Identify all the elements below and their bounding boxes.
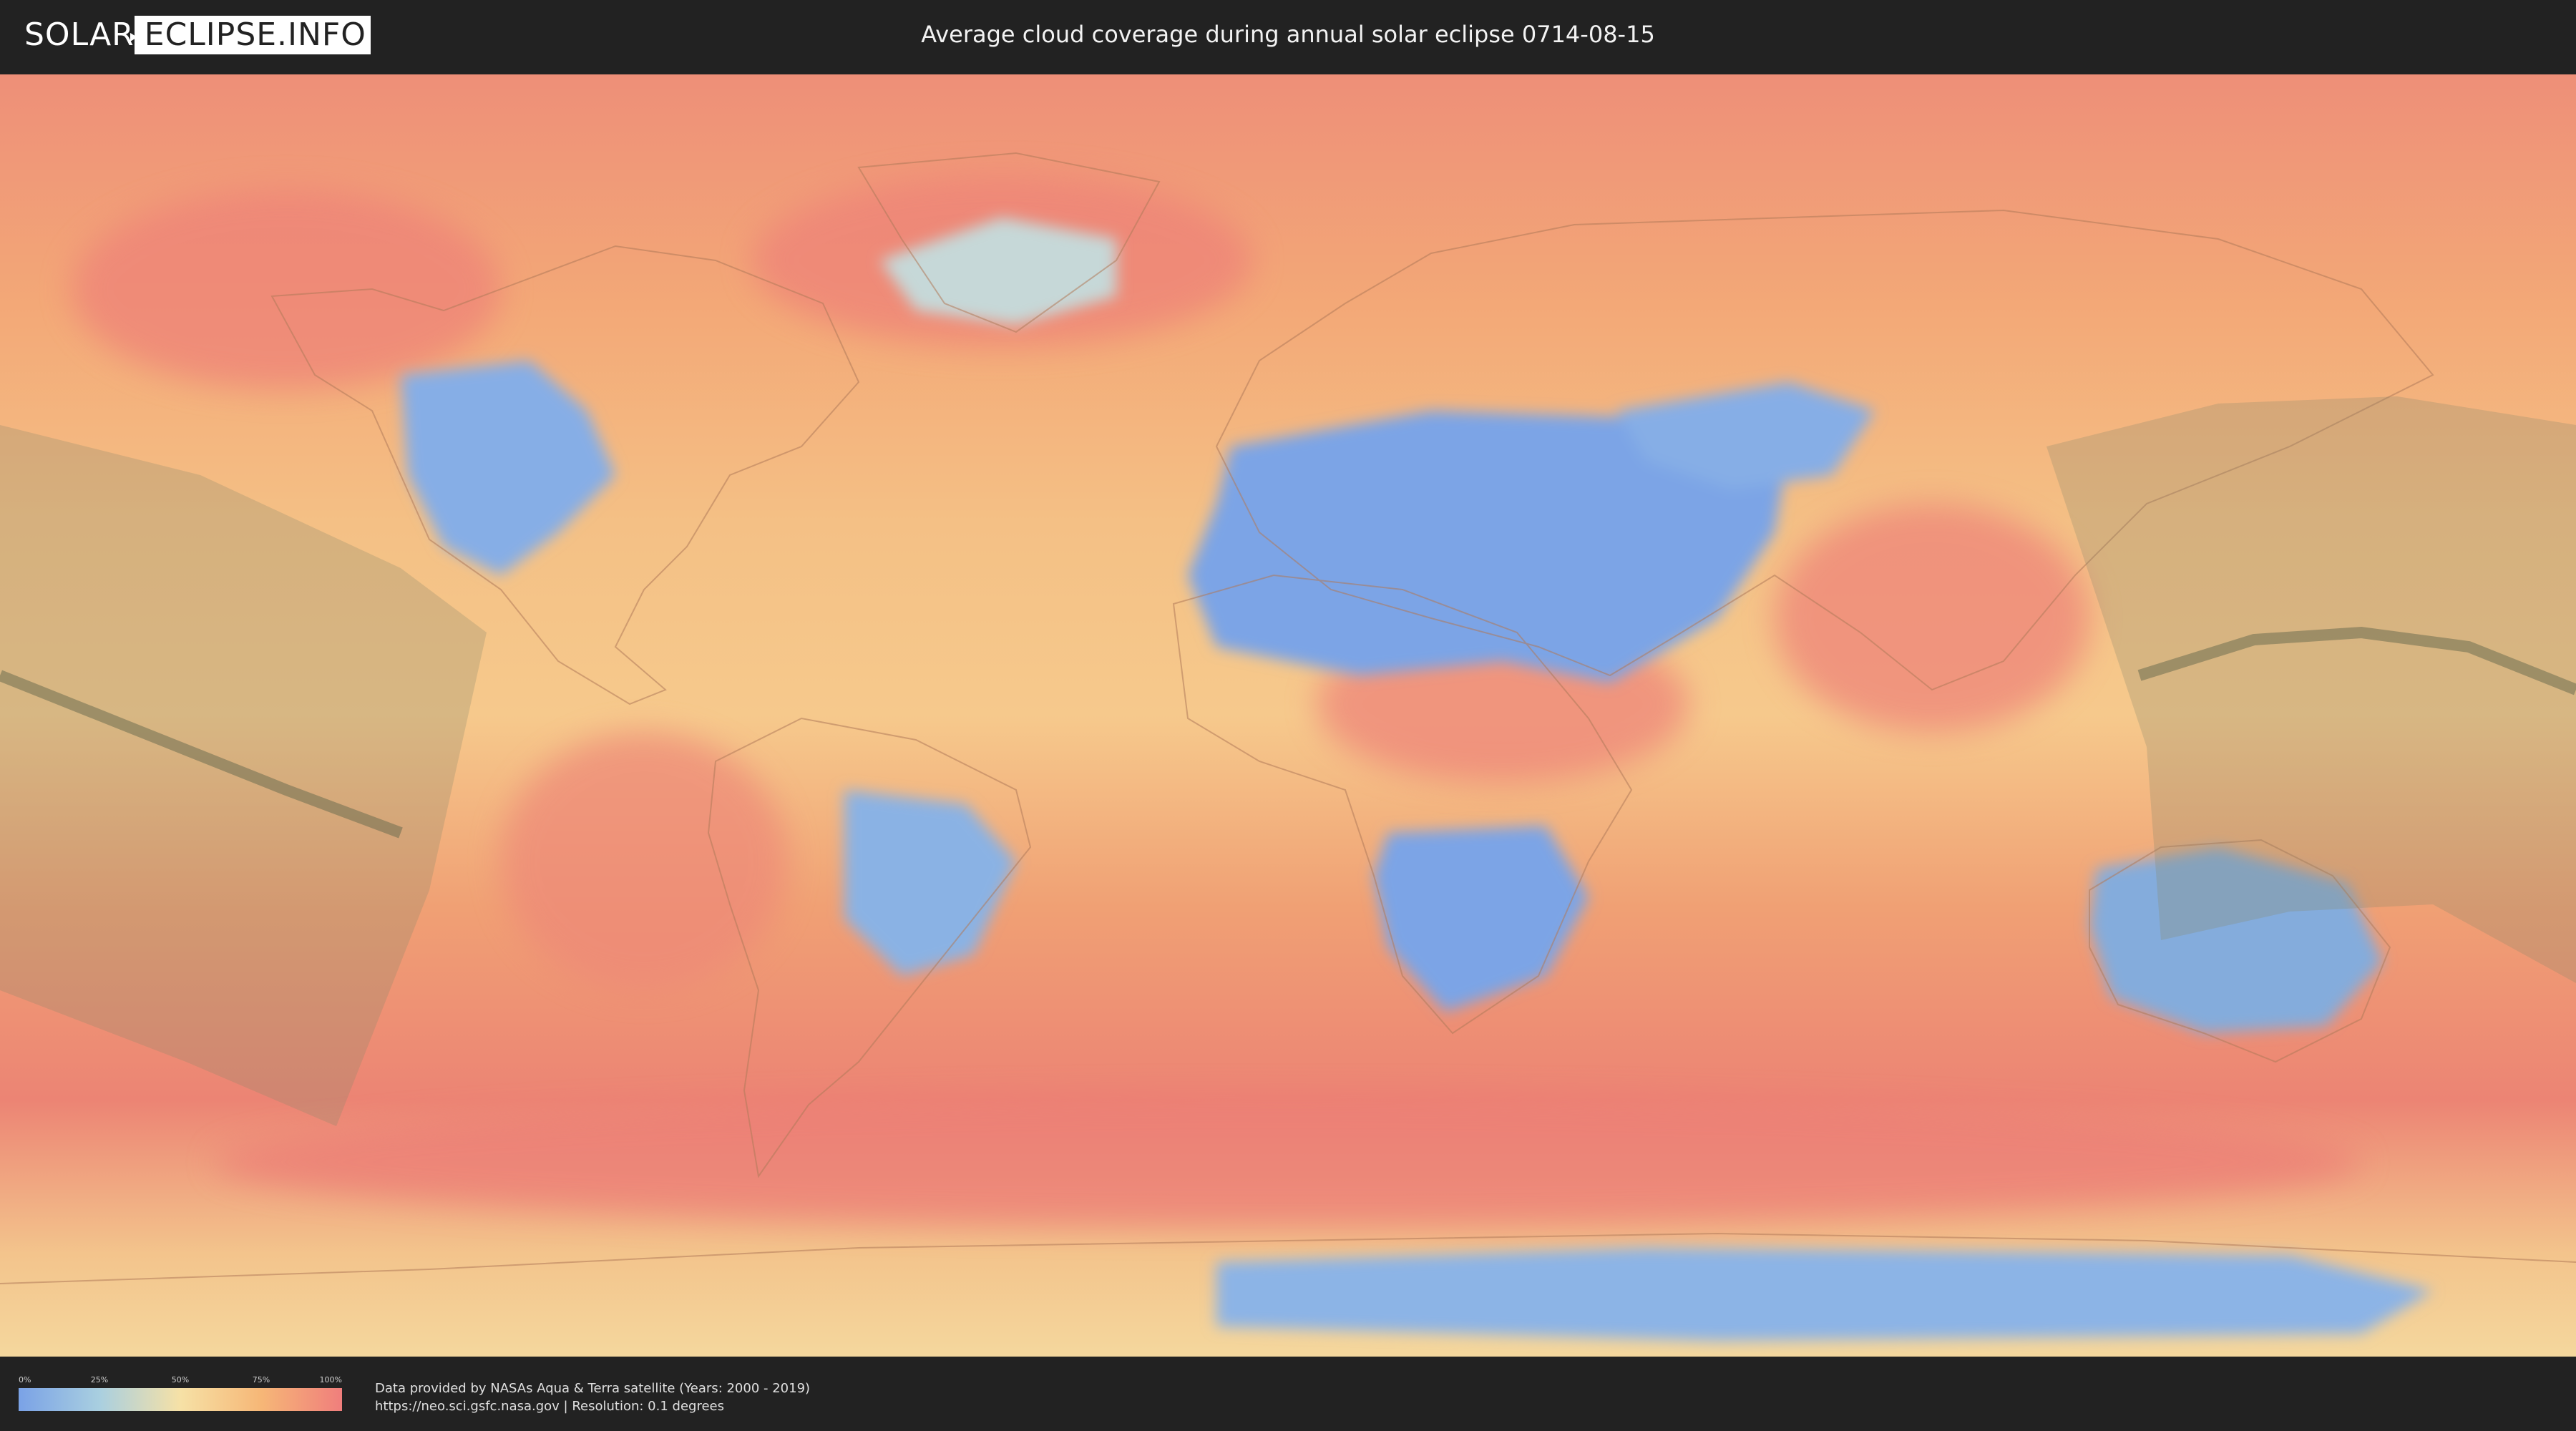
legend-color-bar bbox=[19, 1388, 342, 1411]
legend-tick-25: 25% bbox=[90, 1375, 109, 1384]
legend-tick-0: 0% bbox=[19, 1375, 31, 1384]
page-title: Average cloud coverage during annual sol… bbox=[921, 21, 1655, 48]
cloud-coverage-legend: 0% 25% 50% 75% 100% bbox=[19, 1375, 342, 1411]
credit-line-source: Data provided by NASAs Aqua & Terra sate… bbox=[375, 1381, 811, 1396]
world-map-svg bbox=[0, 74, 2576, 1357]
legend-tick-50: 50% bbox=[171, 1375, 190, 1384]
legend-tick-75: 75% bbox=[252, 1375, 270, 1384]
legend-tick-100: 100% bbox=[319, 1375, 342, 1384]
cloud-coverage-map[interactable] bbox=[0, 74, 2576, 1357]
header-bar: SOLAR ECLIPSE.INFO Average cloud coverag… bbox=[0, 0, 2576, 72]
legend-ticks: 0% 25% 50% 75% 100% bbox=[19, 1375, 342, 1387]
credit-line-url: https://neo.sci.gsfc.nasa.gov | Resoluti… bbox=[375, 1399, 724, 1414]
data-credits: Data provided by NASAs Aqua & Terra sate… bbox=[375, 1379, 810, 1415]
footer-bar: 0% 25% 50% 75% 100% Data provided by NAS… bbox=[0, 1359, 2576, 1431]
